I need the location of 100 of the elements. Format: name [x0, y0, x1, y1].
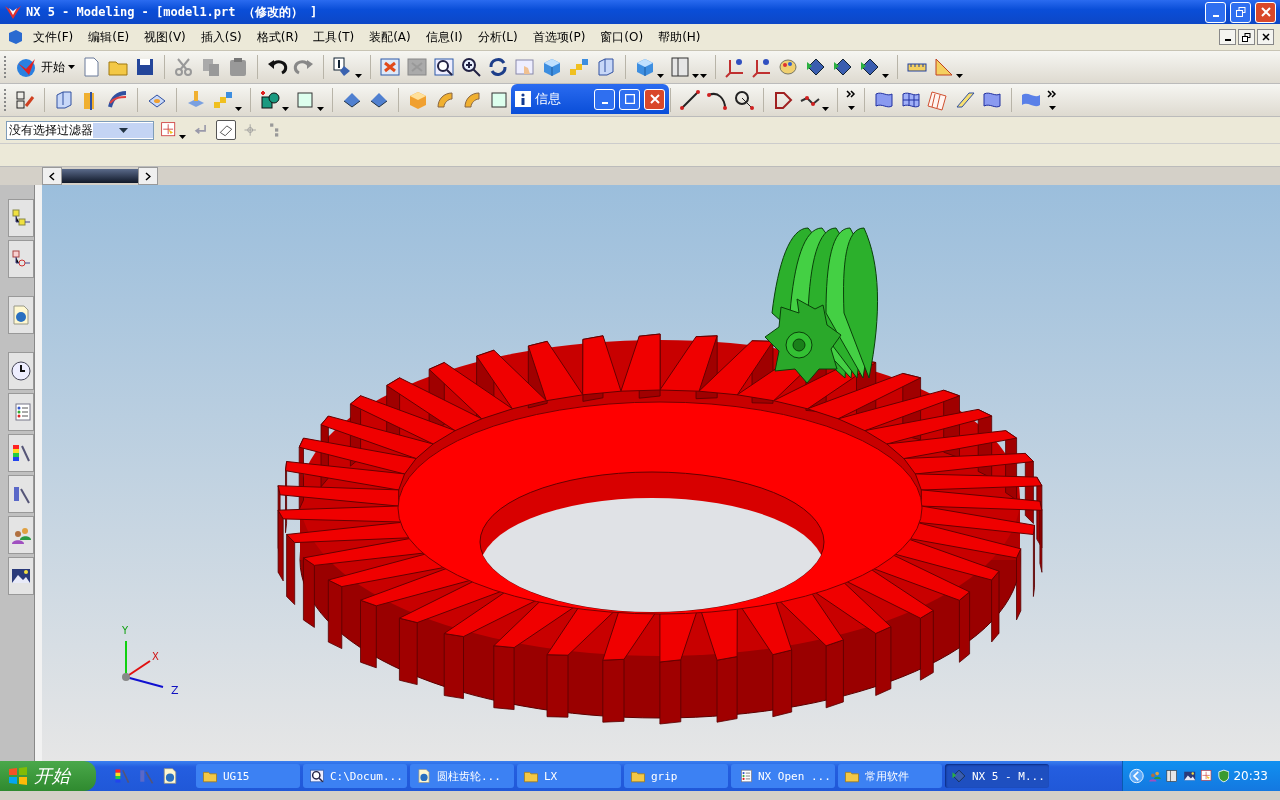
menu-item[interactable]: 窗口(O): [594, 26, 650, 48]
caret-icon[interactable]: [847, 106, 855, 110]
scroll-thumb[interactable]: [62, 169, 138, 183]
caret-icon[interactable]: [956, 74, 963, 78]
caret-icon[interactable]: [822, 107, 829, 111]
chamfer-icon[interactable]: [461, 89, 483, 111]
palette-icon[interactable]: [778, 56, 800, 78]
caret-icon: [68, 65, 75, 69]
maximize-button[interactable]: [619, 88, 640, 110]
fit-view-icon[interactable]: [379, 56, 401, 78]
menu-item[interactable]: 分析(L): [471, 26, 524, 48]
caret-icon[interactable]: [317, 107, 324, 111]
menu-item[interactable]: 首选项(P): [526, 26, 592, 48]
add-shape-icon[interactable]: [259, 89, 281, 111]
diamond-icon[interactable]: [832, 56, 854, 78]
rotate-icon[interactable]: [487, 56, 509, 78]
chevron-icon[interactable]: [846, 90, 856, 98]
cube-icon[interactable]: [634, 56, 656, 78]
menu-item[interactable]: 工具(T): [307, 26, 361, 48]
extrude-icon[interactable]: [595, 56, 617, 78]
clipboard-icon[interactable]: [227, 56, 249, 78]
start-button[interactable]: 开始: [0, 761, 96, 791]
plane-icon[interactable]: [488, 89, 510, 111]
line-icon[interactable]: [679, 89, 701, 111]
save-icon[interactable]: [134, 56, 156, 78]
dialog-title: 信息: [535, 90, 562, 108]
layout-icon[interactable]: [1165, 768, 1179, 784]
taskbar-button[interactable]: NX 5 - M...: [945, 764, 1049, 788]
start-menu-button[interactable]: 开始: [14, 55, 75, 79]
web-page-icon[interactable]: [161, 767, 179, 785]
zoom-icon[interactable]: [460, 56, 482, 78]
clock: 20:33: [1233, 769, 1269, 783]
menu-item[interactable]: 插入(S): [194, 26, 248, 48]
color-spectrum-icon[interactable]: [113, 767, 131, 785]
axis-triad-drawing: [122, 640, 164, 688]
caret-icon[interactable]: [1048, 106, 1056, 110]
caret-icon[interactable]: [657, 74, 664, 78]
info-dialog[interactable]: 信息: [511, 84, 669, 114]
cube-menu-icon[interactable]: [6, 29, 24, 45]
minimize-icon: [601, 102, 608, 104]
maximize-icon: [624, 94, 635, 104]
minimize-icon: [1212, 15, 1219, 17]
zoom-window-icon[interactable]: [433, 56, 455, 78]
caret-icon[interactable]: [179, 135, 186, 139]
caret-icon[interactable]: [282, 107, 289, 111]
minimize-button[interactable]: [1219, 29, 1236, 45]
profile-icon[interactable]: [772, 89, 794, 111]
info-icon: [515, 91, 531, 107]
caret-icon[interactable]: [355, 74, 362, 78]
menu-item[interactable]: 装配(A): [363, 26, 417, 48]
filter-icon[interactable]: [160, 121, 178, 139]
selection-filter-dropdown[interactable]: 没有选择过滤器: [6, 120, 154, 140]
filter-icon[interactable]: [1200, 768, 1214, 784]
menu-item[interactable]: 编辑(E): [82, 26, 136, 48]
menu-item[interactable]: 视图(V): [138, 26, 192, 48]
zoom-window-icon: [309, 768, 325, 784]
taskbar-button[interactable]: 圆柱齿轮...: [410, 764, 514, 788]
mesh-surface-icon[interactable]: [927, 89, 949, 111]
windows-logo-icon: [8, 767, 28, 785]
restore-icon: [1242, 32, 1251, 42]
tube-icon[interactable]: [954, 89, 976, 111]
close-icon: [1260, 7, 1271, 17]
close-button[interactable]: [1257, 29, 1274, 45]
menu-item[interactable]: 文件(F): [27, 26, 80, 48]
axis-label: Z: [171, 684, 179, 697]
pattern-icon[interactable]: [568, 56, 590, 78]
restore-button[interactable]: [1238, 29, 1255, 45]
chevron-icon[interactable]: [1047, 90, 1057, 98]
diamond-icon[interactable]: [805, 56, 827, 78]
taskbar-button[interactable]: UG15: [196, 764, 300, 788]
taskbar-button[interactable]: 常用软件: [838, 764, 942, 788]
diamond-icon: [951, 768, 967, 784]
close-icon: [649, 94, 660, 104]
tree-icon[interactable]: [10, 207, 33, 229]
diamond-icon[interactable]: [859, 56, 881, 78]
shield-icon[interactable]: [1217, 768, 1230, 784]
constraint-tree-icon[interactable]: [10, 248, 33, 270]
menu-item[interactable]: 帮助(H): [652, 26, 707, 48]
menu-item[interactable]: 格式(R): [250, 26, 305, 48]
circle-icon[interactable]: [733, 89, 755, 111]
cube-icon[interactable]: [541, 56, 563, 78]
taskbar-button[interactable]: grip: [624, 764, 728, 788]
scroll-left-button[interactable]: [42, 167, 62, 185]
close-icon: [1261, 33, 1270, 41]
scroll-right-button[interactable]: [138, 167, 158, 185]
clock-icon[interactable]: [10, 360, 33, 382]
menu-item[interactable]: 信息(I): [419, 26, 469, 48]
caret-icon[interactable]: [235, 107, 242, 111]
sketch-icon[interactable]: [14, 89, 36, 111]
taskbar-button[interactable]: C:\Docum...: [303, 764, 407, 788]
extrude-icon[interactable]: [53, 89, 75, 111]
protractor-icon[interactable]: [933, 56, 955, 78]
show-hidden-icons-button[interactable]: [1129, 767, 1145, 785]
coordinate-axes-icon[interactable]: [751, 56, 773, 78]
chamfer-icon[interactable]: [434, 89, 456, 111]
caret-icon[interactable]: [882, 74, 889, 78]
coordinate-axes-icon[interactable]: [724, 56, 746, 78]
color-spectrum-icon[interactable]: [10, 442, 33, 464]
taskbar-button[interactable]: LX: [517, 764, 621, 788]
taskbar-button[interactable]: NX Open ...: [731, 764, 835, 788]
